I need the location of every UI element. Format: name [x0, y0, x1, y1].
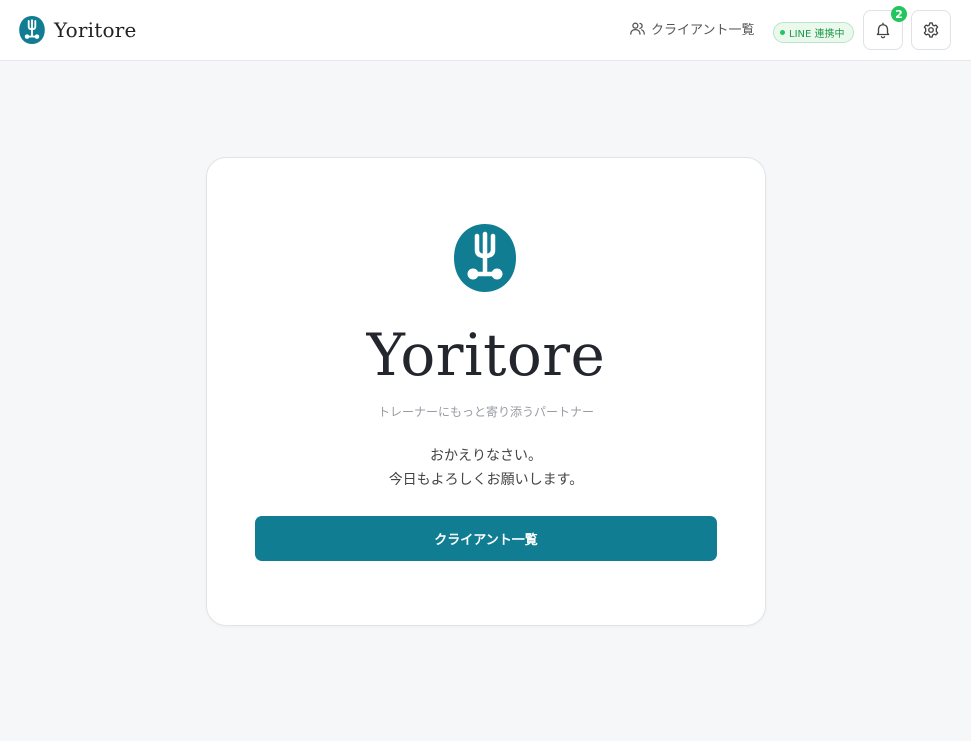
users-icon	[630, 22, 645, 35]
nav-clients-label: クライアント一覧	[651, 23, 755, 38]
welcome-line-1: おかえりなさい。	[430, 448, 542, 464]
settings-button[interactable]	[911, 10, 951, 50]
welcome-card: Yoritore トレーナーにもっと寄り添うパートナー おかえりなさい。 今日も…	[206, 157, 766, 626]
gear-icon	[923, 22, 939, 38]
nav-clients-link[interactable]: クライアント一覧	[629, 19, 754, 38]
fork-logo-icon	[454, 224, 516, 292]
notifications-count-badge: 2	[891, 6, 907, 22]
bell-icon	[876, 22, 890, 39]
welcome-message: おかえりなさい。 今日もよろしくお願いします。	[207, 444, 765, 492]
app-title: Yoritore	[366, 321, 606, 389]
status-dot	[780, 30, 785, 35]
brand-name: Yoritore	[54, 18, 137, 42]
client-list-button[interactable]: クライアント一覧	[255, 516, 717, 561]
line-status-badge: LINE 連携中	[773, 22, 854, 43]
brand[interactable]: Yoritore	[19, 16, 137, 44]
line-status-label: LINE 連携中	[789, 29, 845, 40]
app-header: Yoritore クライアント一覧 LINE 連携中 2	[0, 0, 971, 61]
app-tagline: トレーナーにもっと寄り添うパートナー	[377, 405, 594, 419]
welcome-line-2: 今日もよろしくお願いします。	[388, 472, 584, 488]
fork-logo-icon	[19, 16, 45, 44]
